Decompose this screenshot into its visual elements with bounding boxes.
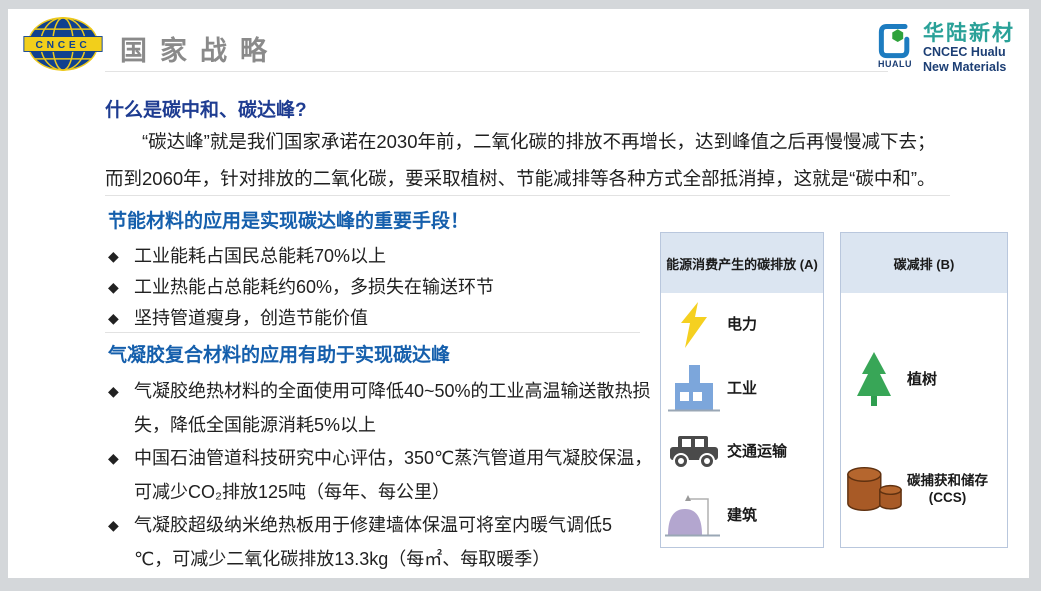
hualu-name-en-1: CNCEC Hualu	[923, 45, 1015, 60]
slide-page: { "slide": { "deck_title": "国家战略", "cnce…	[0, 0, 1041, 591]
cncec-logo-text: CNCEC	[35, 40, 90, 51]
hualu-name-en-2: New Materials	[923, 60, 1015, 75]
factory-icon	[661, 363, 727, 413]
list-item: 碳捕获和储存 (CCS)	[841, 439, 1007, 539]
diamond-bullet-icon: ◆	[108, 442, 126, 509]
diamond-bullet-icon: ◆	[108, 509, 126, 576]
bullet-text: 坚持管道瘦身，创造节能价值	[134, 303, 653, 334]
bullet-list: ◆ 气凝胶绝热材料的全面使用可降低40~50%的工业高温输送散热损失，降低全国能…	[108, 375, 653, 576]
panel-carbon-reduction: 碳减排 (B) 植树	[840, 232, 1008, 548]
car-icon	[661, 434, 727, 470]
section-energy-materials: 节能材料的应用是实现碳达峰的重要手段！ ◆ 工业能耗占国民总能耗70%以上 ◆ …	[108, 209, 653, 334]
hualu-mark-text: HUALU	[878, 59, 912, 69]
list-item: 植树	[841, 329, 1007, 429]
panel-b-body: 植树 碳捕获和储存 (CCS)	[841, 293, 1007, 547]
hualu-logo: HUALU 华陆新材 CNCEC Hualu New Materials	[874, 22, 1015, 74]
list-item: 交通运输	[661, 420, 823, 484]
bullet-text: 工业能耗占国民总能耗70%以上	[134, 241, 653, 272]
list-item: ◆ 工业能耗占国民总能耗70%以上	[108, 241, 653, 272]
diamond-bullet-icon: ◆	[108, 375, 126, 442]
panel-a-title: 能源消费产生的碳排放 (A)	[661, 233, 823, 293]
section-heading: 气凝胶复合材料的应用有助于实现碳达峰	[108, 343, 653, 369]
building-icon	[661, 491, 727, 539]
panel-item-label: 电力	[727, 316, 757, 333]
diamond-bullet-icon: ◆	[108, 303, 126, 334]
ccs-label-line1: 碳捕获和储存	[907, 472, 988, 489]
bullet-text: 中国石油管道科技研究中心评估，350℃蒸汽管道用气凝胶保温，可减少CO₂排放12…	[134, 442, 653, 509]
tree-icon	[841, 352, 907, 406]
section-heading: 节能材料的应用是实现碳达峰的重要手段！	[108, 209, 653, 235]
header-divider	[105, 71, 888, 72]
section-divider	[105, 195, 950, 196]
section-aerogel-materials: 气凝胶复合材料的应用有助于实现碳达峰 ◆ 气凝胶绝热材料的全面使用可降低40~5…	[108, 343, 653, 576]
list-item: 建筑	[661, 484, 823, 548]
storage-barrels-icon	[841, 464, 907, 514]
list-item: ◆ 中国石油管道科技研究中心评估，350℃蒸汽管道用气凝胶保温，可减少CO₂排放…	[108, 442, 653, 509]
list-item: ◆ 气凝胶超级纳米绝热板用于修建墙体保温可将室内暖气调低5 ℃，可减少二氧化碳排…	[108, 509, 653, 576]
hualu-logo-text: 华陆新材 CNCEC Hualu New Materials	[923, 22, 1015, 74]
bullet-text: 气凝胶超级纳米绝热板用于修建墙体保温可将室内暖气调低5 ℃，可减少二氧化碳排放1…	[134, 509, 653, 576]
panel-item-label: 植树	[907, 371, 937, 388]
panel-item-label: 碳捕获和储存 (CCS)	[907, 472, 988, 506]
list-item: ◆ 坚持管道瘦身，创造节能价值	[108, 303, 653, 334]
panel-emission-sources: 能源消费产生的碳排放 (A) 电力	[660, 232, 824, 548]
list-item: ◆ 气凝胶绝热材料的全面使用可降低40~50%的工业高温输送散热损失，降低全国能…	[108, 375, 653, 442]
hualu-name-cn: 华陆新材	[923, 22, 1015, 45]
list-item: 工业	[661, 357, 823, 421]
panel-item-label: 交通运输	[727, 443, 787, 460]
panel-a-body: 电力 工业	[661, 293, 823, 547]
list-item: ◆ 工业热能占总能耗约60%，多损失在输送环节	[108, 272, 653, 303]
bullet-text: 工业热能占总能耗约60%，多损失在输送环节	[134, 272, 653, 303]
lightning-icon	[661, 302, 727, 348]
intro-heading: 什么是碳中和、碳达峰?	[105, 95, 307, 122]
cncec-globe-logo-icon: CNCEC	[22, 15, 104, 78]
list-item: 电力	[661, 293, 823, 357]
panel-b-title: 碳减排 (B)	[841, 233, 1007, 293]
slide: CNCEC 国家战略 HUALU 华陆新材 CNCEC Hualu New Ma…	[8, 9, 1029, 578]
page-title: 国家战略	[120, 29, 280, 68]
carbon-panels: 能源消费产生的碳排放 (A) 电力	[660, 232, 1008, 548]
diamond-bullet-icon: ◆	[108, 241, 126, 272]
panel-item-label: 工业	[727, 380, 757, 397]
diamond-bullet-icon: ◆	[108, 272, 126, 303]
ccs-label-line2: (CCS)	[929, 489, 967, 506]
hualu-mark-icon: HUALU	[874, 22, 916, 69]
panel-item-label: 建筑	[727, 507, 757, 524]
bullet-text: 气凝胶绝热材料的全面使用可降低40~50%的工业高温输送散热损失，降低全国能源消…	[134, 375, 653, 442]
intro-paragraph: “碳达峰”就是我们国家承诺在2030年前，二氧化碳的排放不再增长，达到峰值之后再…	[105, 123, 950, 197]
bullet-list: ◆ 工业能耗占国民总能耗70%以上 ◆ 工业热能占总能耗约60%，多损失在输送环…	[108, 241, 653, 334]
